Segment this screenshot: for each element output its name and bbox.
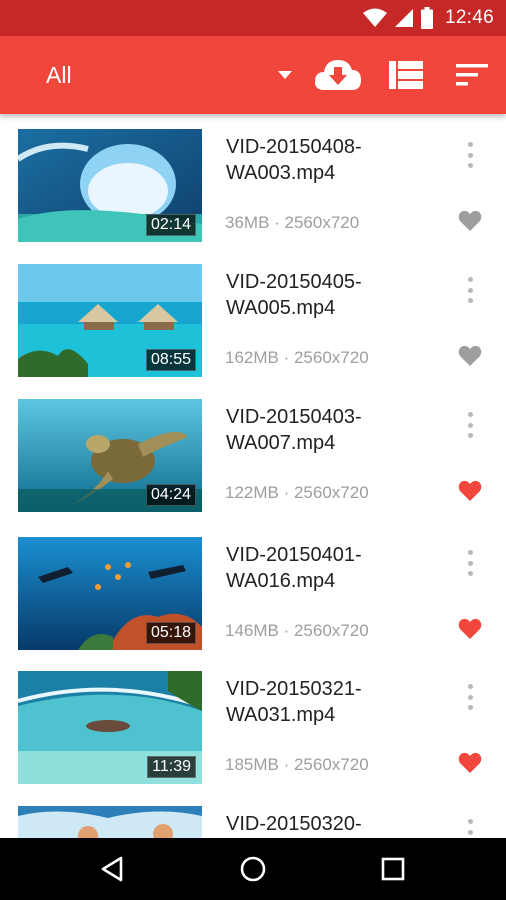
- video-name-line: WA005.mp4: [226, 297, 336, 319]
- filter-title[interactable]: All: [46, 62, 72, 89]
- video-thumbnail[interactable]: [18, 806, 202, 838]
- favorite-heart-icon[interactable]: [458, 752, 482, 774]
- video-row[interactable]: 05:18 VID-20150401- WA016.mp4 146MB · 25…: [0, 522, 506, 657]
- video-meta: 122MB · 2560x720: [225, 483, 369, 502]
- video-meta: 185MB · 2560x720: [225, 755, 369, 774]
- video-name-line: WA007.mp4: [226, 432, 336, 454]
- more-options-icon[interactable]: [458, 548, 482, 578]
- video-name: VID-20150403- WA007.mp4: [226, 404, 426, 456]
- video-row[interactable]: 04:24 VID-20150403- WA007.mp4 122MB · 25…: [0, 384, 506, 519]
- home-button[interactable]: [235, 851, 271, 887]
- favorite-heart-icon[interactable]: [458, 345, 482, 367]
- navigation-bar: [0, 838, 506, 900]
- video-duration: 08:55: [145, 349, 196, 371]
- battery-icon: [420, 7, 433, 29]
- video-name-line: VID-20150403-: [226, 406, 362, 428]
- video-thumbnail[interactable]: 05:18: [18, 537, 202, 650]
- video-duration: 05:18: [145, 622, 196, 644]
- download-cloud-icon: [314, 60, 361, 90]
- video-row[interactable]: 02:14 VID-20150408- WA003.mp4 36MB · 256…: [0, 114, 506, 249]
- more-options-icon[interactable]: [458, 410, 482, 440]
- download-button[interactable]: [314, 54, 362, 96]
- video-duration: 02:14: [145, 214, 196, 236]
- status-bar: 12:46: [0, 0, 506, 36]
- video-meta: 36MB · 2560x720: [225, 213, 360, 232]
- video-name: VID-20150320-: [226, 811, 426, 837]
- video-name-line: VID-20150401-: [226, 544, 362, 566]
- more-options-icon[interactable]: [458, 682, 482, 712]
- video-meta: 146MB · 2560x720: [225, 621, 369, 640]
- list-view-button[interactable]: [388, 54, 424, 96]
- more-options-icon[interactable]: [458, 275, 482, 305]
- video-name: VID-20150408- WA003.mp4: [226, 134, 426, 186]
- video-name-line: VID-20150321-: [226, 678, 362, 700]
- wifi-icon: [362, 8, 387, 28]
- favorite-heart-icon[interactable]: [458, 480, 482, 502]
- video-row[interactable]: 11:39 VID-20150321- WA031.mp4 185MB · 25…: [0, 656, 506, 791]
- video-list: 02:14 VID-20150408- WA003.mp4 36MB · 256…: [0, 114, 506, 838]
- video-duration: 11:39: [147, 756, 196, 778]
- video-name-line: VID-20150405-: [226, 271, 362, 293]
- video-name-line: WA003.mp4: [226, 162, 336, 184]
- video-thumbnail[interactable]: 04:24: [18, 399, 202, 512]
- video-name: VID-20150405- WA005.mp4: [226, 269, 426, 321]
- video-thumbnail[interactable]: 08:55: [18, 264, 202, 377]
- video-meta: 162MB · 2560x720: [225, 348, 369, 367]
- video-name: VID-20150321- WA031.mp4: [226, 676, 426, 728]
- list-view-icon: [389, 61, 423, 89]
- video-name-line: WA031.mp4: [226, 704, 336, 726]
- home-icon: [240, 856, 266, 882]
- clock: 12:46: [444, 7, 494, 28]
- recents-button[interactable]: [375, 851, 411, 887]
- recents-icon: [381, 857, 405, 881]
- sort-button[interactable]: [454, 54, 490, 96]
- video-thumbnail[interactable]: 02:14: [18, 129, 202, 242]
- more-options-icon[interactable]: [458, 140, 482, 170]
- screen: 12:46 All 02:14 VID-20150408- WA003.mp4 …: [0, 0, 506, 900]
- video-name-line: WA016.mp4: [226, 570, 336, 592]
- video-row[interactable]: 08:55 VID-20150405- WA005.mp4 162MB · 25…: [0, 249, 506, 384]
- favorite-heart-icon[interactable]: [458, 210, 482, 232]
- more-options-icon[interactable]: [458, 817, 482, 838]
- back-button[interactable]: [94, 851, 130, 887]
- dropdown-arrow-icon[interactable]: [276, 68, 294, 82]
- video-row[interactable]: VID-20150320-: [0, 791, 506, 838]
- video-name-line: VID-20150408-: [226, 136, 362, 158]
- video-name-line: VID-20150320-: [226, 813, 362, 835]
- toolbar: All: [0, 36, 506, 114]
- sort-icon: [456, 64, 488, 86]
- video-duration: 04:24: [145, 484, 196, 506]
- favorite-heart-icon[interactable]: [458, 618, 482, 640]
- signal-icon: [394, 8, 413, 28]
- video-name: VID-20150401- WA016.mp4: [226, 542, 426, 594]
- video-thumbnail[interactable]: 11:39: [18, 671, 202, 784]
- back-icon: [101, 856, 123, 882]
